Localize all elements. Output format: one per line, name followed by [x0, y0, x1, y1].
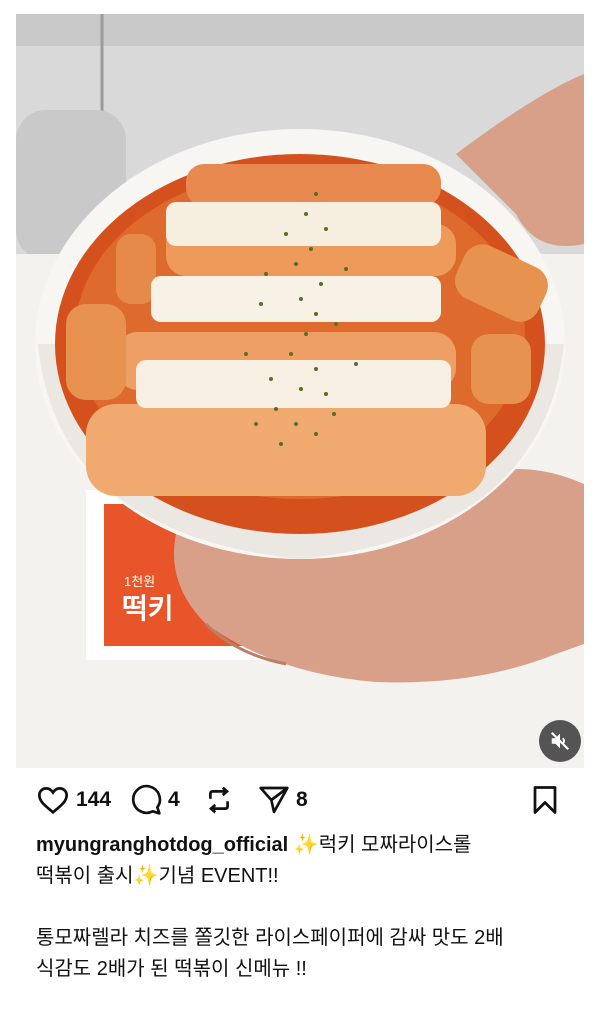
like-button[interactable]: 144 [36, 780, 111, 820]
sign-subtext: 1천원 [124, 574, 155, 589]
share-button[interactable]: 8 [258, 780, 308, 820]
caption-username[interactable]: myungranghotdog_official [36, 834, 288, 856]
post-caption: myungranghotdog_official ✨럭키 모짜라이스롤 떡볶이 … [36, 830, 566, 985]
post-actions-bar: 144 4 8 [36, 780, 564, 820]
save-button[interactable] [532, 780, 558, 820]
post-video[interactable]: 1천원 떡키 [16, 14, 584, 768]
bookmark-icon [533, 786, 557, 814]
share-count: 8 [296, 788, 308, 811]
sign-text: 떡키 [122, 592, 174, 625]
speaker-muted-icon [551, 732, 569, 750]
caption-para2-line2: 식감도 2배가 된 떡볶이 신메뉴 !! [36, 958, 307, 980]
send-icon [259, 786, 289, 814]
sparkles-emoji: ✨ [293, 834, 319, 856]
caption-line1: 럭키 모짜라이스롤 [318, 834, 472, 856]
heart-icon [37, 787, 69, 815]
comment-button[interactable]: 4 [130, 780, 180, 820]
mute-button[interactable] [539, 720, 581, 762]
caption-para2-line1: 통모짜렐라 치즈를 쫄깃한 라이스페이퍼에 감싸 맛도 2배 [36, 927, 504, 949]
like-count: 144 [76, 788, 112, 811]
repost-button[interactable] [204, 780, 240, 820]
caption-line2-event: 기념 EVENT!! [158, 865, 279, 887]
tteokbokki-photo: 1천원 떡키 [16, 14, 584, 768]
comment-count: 4 [168, 788, 180, 811]
sparkles-emoji: ✨ [133, 865, 159, 887]
repost-icon [208, 786, 230, 814]
caption-line2: 떡볶이 출시 [36, 865, 134, 887]
comment-icon [131, 784, 162, 815]
